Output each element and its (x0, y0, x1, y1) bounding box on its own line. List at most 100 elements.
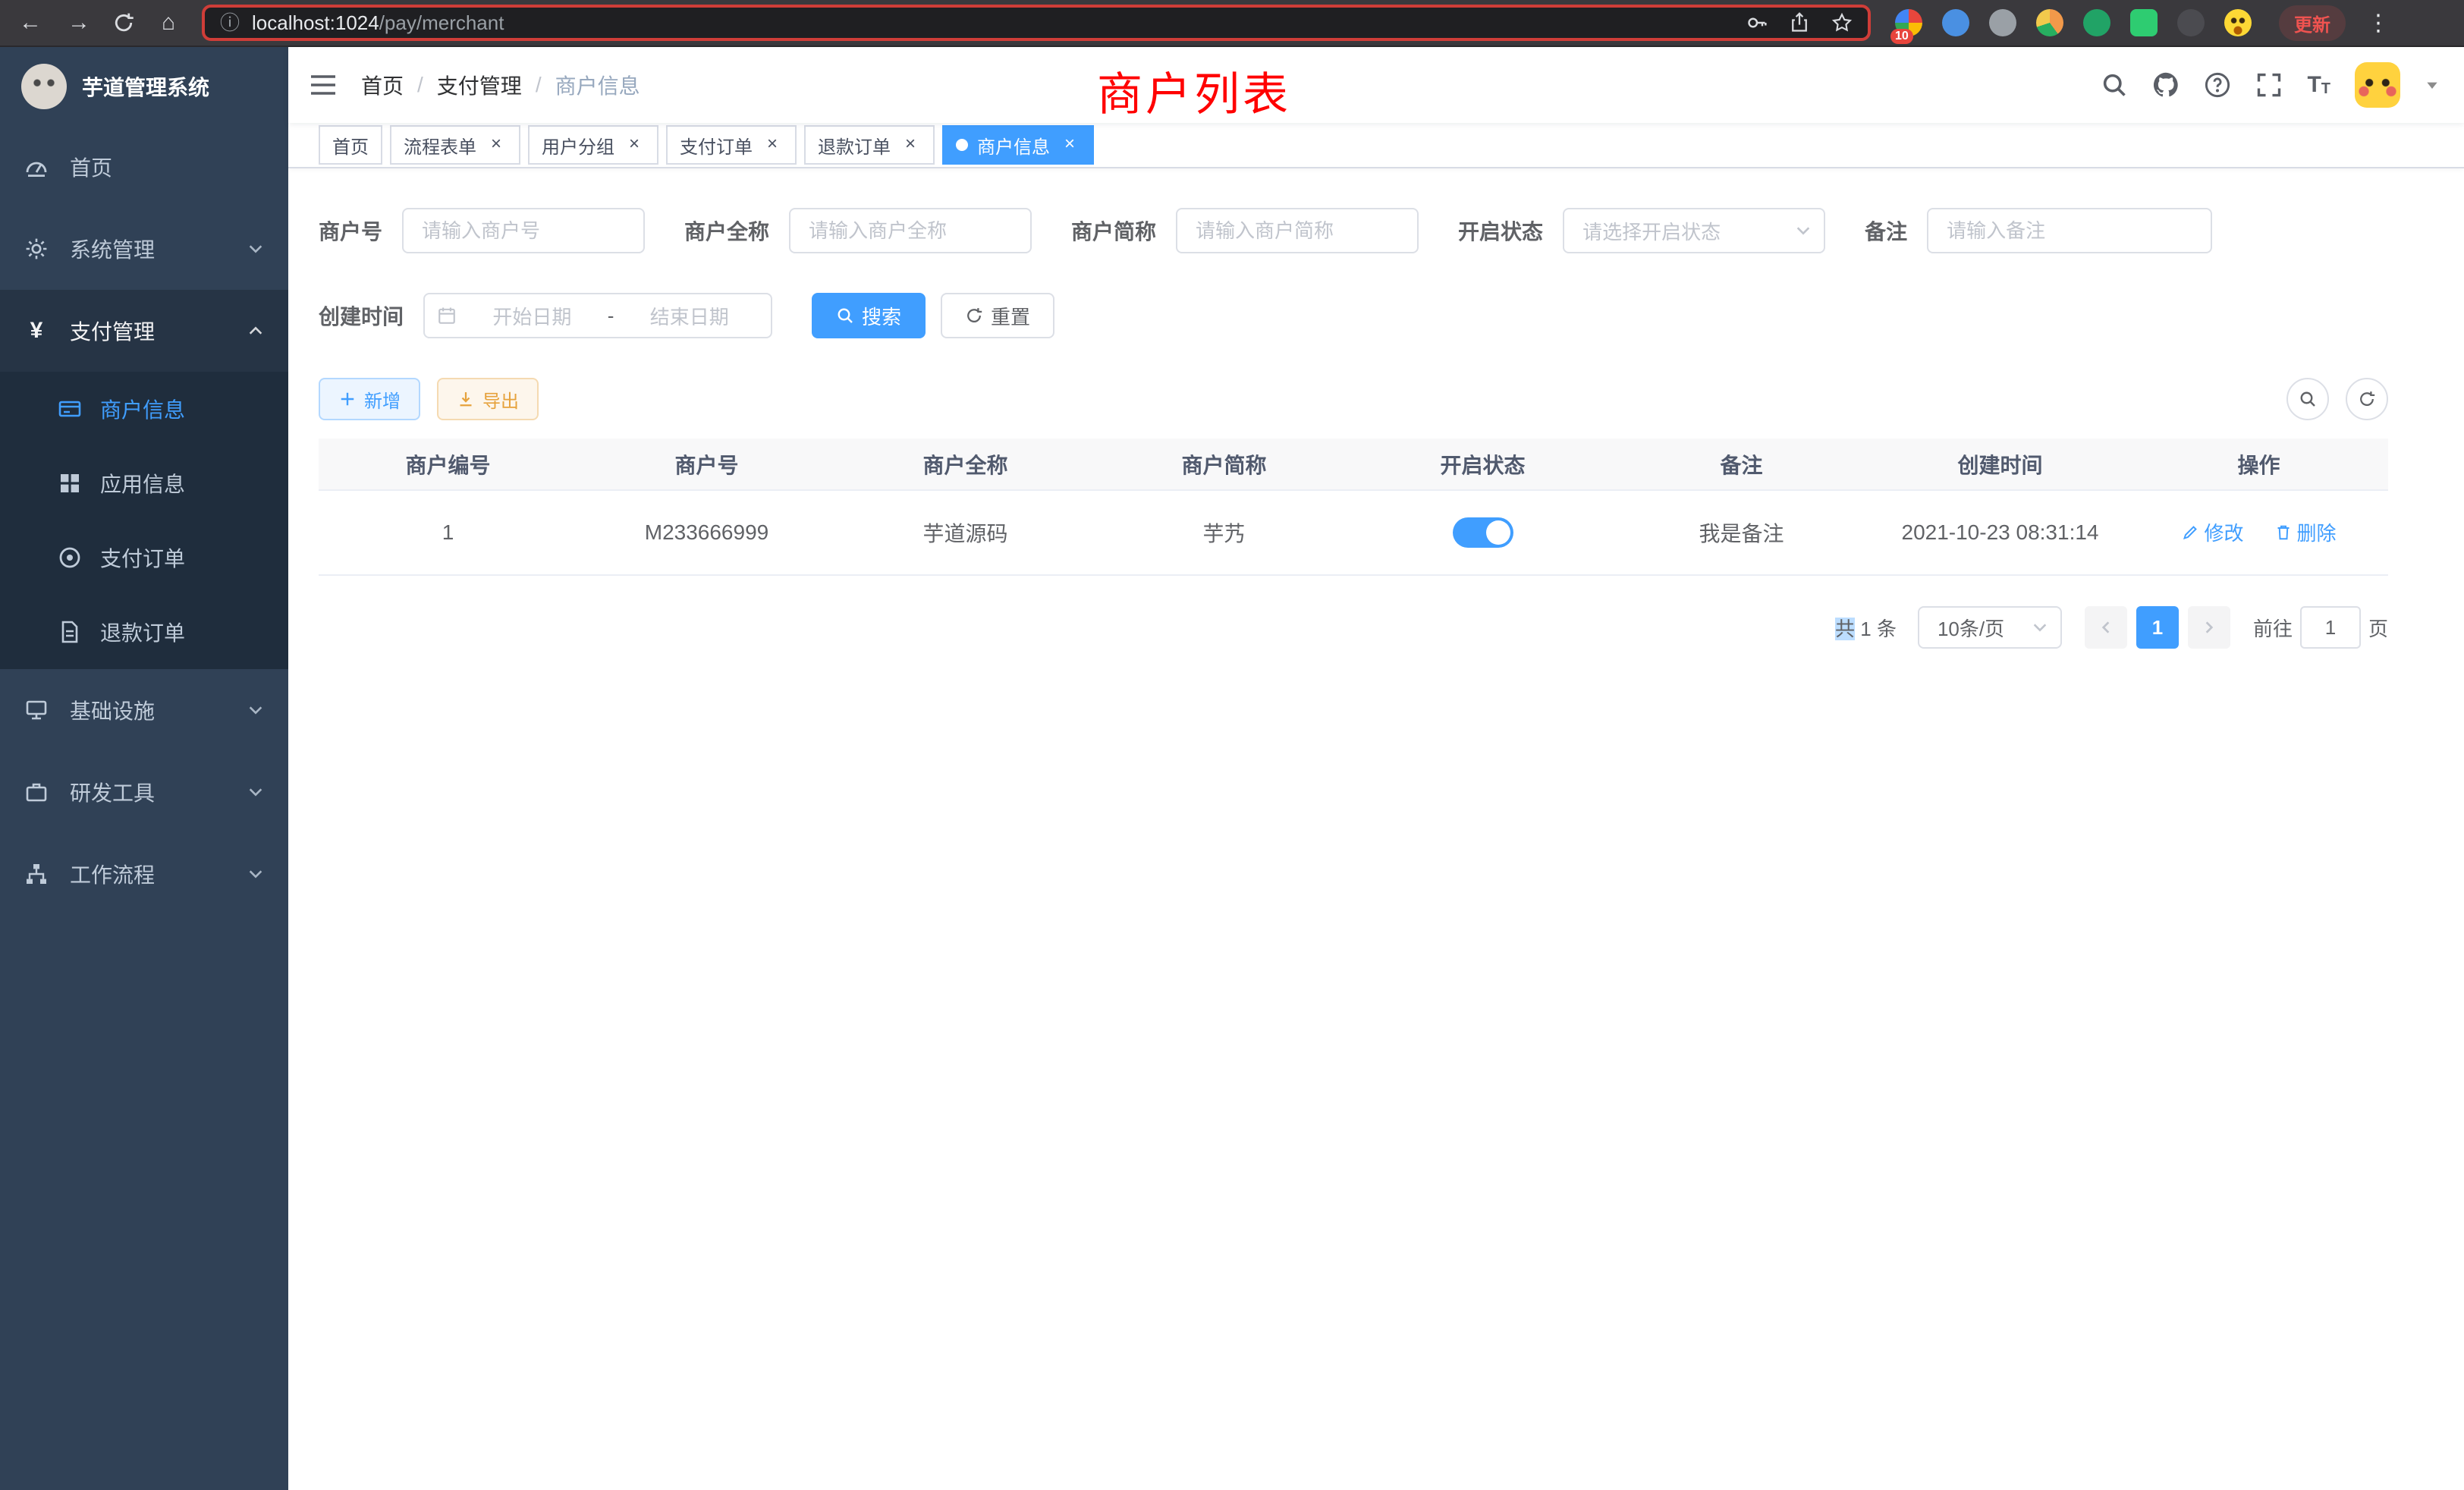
sidebar-item-pay-order[interactable]: 支付订单 (0, 520, 288, 595)
back-icon[interactable]: ← (15, 11, 46, 34)
merchant-no-input[interactable] (402, 208, 645, 253)
main-area: 首页 / 支付管理 / 商户信息 商户列表 TT 首 (288, 47, 2464, 1490)
extension-icon[interactable]: 10 (1895, 9, 1922, 36)
sidebar-item-payment[interactable]: ¥ 支付管理 (0, 290, 288, 372)
card-icon (58, 397, 82, 421)
caret-down-icon[interactable] (2425, 77, 2440, 93)
button-label: 重置 (991, 302, 1030, 330)
start-date-placeholder: 开始日期 (463, 302, 602, 330)
bookmark-star-icon[interactable] (1831, 12, 1853, 33)
sidebar-item-workflow[interactable]: 工作流程 (0, 833, 288, 915)
delete-button[interactable]: 删除 (2274, 518, 2337, 546)
sidebar-item-app-info[interactable]: 应用信息 (0, 446, 288, 520)
fullscreen-icon[interactable] (2255, 71, 2283, 99)
chevron-down-icon (2032, 619, 2048, 636)
reset-button[interactable]: 重置 (941, 293, 1054, 338)
edit-button[interactable]: 修改 (2181, 518, 2243, 546)
github-icon[interactable] (2152, 71, 2180, 99)
gear-icon (24, 237, 49, 261)
close-icon[interactable]: × (486, 134, 507, 156)
url-bar[interactable]: ⓘ localhost:1024/pay/merchant (202, 5, 1871, 41)
breadcrumb-payment[interactable]: 支付管理 (437, 70, 522, 100)
extension-icon[interactable] (1989, 9, 2016, 36)
browser-update-button[interactable]: 更新 (2279, 5, 2346, 41)
browser-menu-icon[interactable]: ⋮ (2367, 10, 2390, 36)
total-count: 共 1 条 (1835, 614, 1897, 642)
active-dot (956, 139, 968, 151)
tab-user-group[interactable]: 用户分组× (528, 125, 658, 165)
page-size-select[interactable]: 10条/页 (1918, 606, 2062, 649)
cell-merchant-no: M233666999 (577, 490, 836, 575)
extension-icon[interactable] (2083, 9, 2110, 36)
refresh-table-button[interactable] (2346, 378, 2388, 420)
goto-page-input[interactable] (2300, 606, 2361, 649)
sidebar-item-label: 应用信息 (100, 468, 185, 498)
full-name-input[interactable] (789, 208, 1032, 253)
breadcrumb: 首页 / 支付管理 / 商户信息 (361, 70, 640, 100)
sidebar-item-label: 首页 (70, 152, 112, 182)
search-button[interactable]: 搜索 (812, 293, 926, 338)
breadcrumb-home[interactable]: 首页 (361, 70, 404, 100)
hamburger-icon[interactable] (310, 73, 337, 97)
refresh-icon (2358, 390, 2376, 408)
url-text: localhost:1024/pay/merchant (252, 11, 504, 35)
status-select[interactable]: 请选择开启状态 (1563, 208, 1825, 253)
button-label: 删除 (2297, 518, 2337, 546)
export-button[interactable]: 导出 (437, 378, 539, 420)
sidebar-item-merchant-info[interactable]: 商户信息 (0, 372, 288, 446)
tab-label: 首页 (332, 132, 369, 159)
toggle-search-button[interactable] (2286, 378, 2329, 420)
short-name-input[interactable] (1176, 208, 1419, 253)
sidebar-item-refund-order[interactable]: 退款订单 (0, 595, 288, 669)
close-icon[interactable]: × (762, 134, 783, 156)
tab-pay-order[interactable]: 支付订单× (666, 125, 797, 165)
tab-home[interactable]: 首页 (319, 125, 382, 165)
help-icon[interactable] (2204, 71, 2231, 99)
sidebar-item-dev-tools[interactable]: 研发工具 (0, 751, 288, 833)
extension-icon[interactable] (2036, 9, 2063, 36)
site-info-icon[interactable]: ⓘ (220, 13, 240, 33)
cell-actions: 修改 删除 (2129, 490, 2388, 575)
share-icon[interactable] (1789, 12, 1810, 33)
field-label: 开启状态 (1458, 215, 1543, 246)
sidebar-item-system[interactable]: 系统管理 (0, 208, 288, 290)
next-page-button[interactable] (2188, 606, 2230, 649)
create-time-range-picker[interactable]: 开始日期 - 结束日期 (423, 293, 772, 338)
column-header: 商户全称 (836, 439, 1095, 490)
field-label: 备注 (1865, 215, 1907, 246)
sidebar-item-infra[interactable]: 基础设施 (0, 669, 288, 751)
tab-refund-order[interactable]: 退款订单× (804, 125, 935, 165)
close-icon[interactable]: × (1059, 134, 1080, 156)
app-logo[interactable]: 芋道管理系统 (0, 47, 288, 126)
field-label: 商户全称 (684, 215, 769, 246)
home-icon[interactable]: ⌂ (153, 11, 184, 34)
prev-page-button[interactable] (2085, 606, 2127, 649)
screen: ← → ⌂ ⓘ localhost:1024/pay/merchant 10 更… (0, 0, 2464, 1490)
password-key-icon[interactable] (1746, 12, 1768, 33)
tab-merchant-info[interactable]: 商户信息× (942, 125, 1094, 165)
pagination: 共 1 条 10条/页 1 前往 页 (319, 606, 2388, 649)
extension-icon[interactable] (2130, 9, 2158, 36)
extension-icon[interactable] (1942, 9, 1969, 36)
tab-process-form[interactable]: 流程表单× (390, 125, 520, 165)
sidebar-item-home[interactable]: 首页 (0, 126, 288, 208)
close-icon[interactable]: × (624, 134, 645, 156)
sidebar-item-label: 研发工具 (70, 777, 155, 807)
status-toggle[interactable] (1453, 517, 1513, 548)
close-icon[interactable]: × (900, 134, 921, 156)
sidebar-item-label: 商户信息 (100, 394, 185, 424)
reload-icon[interactable] (112, 11, 135, 34)
add-button[interactable]: 新增 (319, 378, 420, 420)
cell-short-name: 芋艿 (1095, 490, 1353, 575)
page-1-button[interactable]: 1 (2136, 606, 2179, 649)
extension-icon[interactable] (2177, 9, 2205, 36)
forward-icon[interactable]: → (64, 11, 94, 34)
grid-icon (58, 471, 82, 495)
flow-icon (24, 862, 49, 886)
logo-avatar (21, 64, 67, 109)
profile-avatar-icon[interactable] (2224, 9, 2252, 36)
user-avatar[interactable] (2355, 62, 2400, 108)
font-size-icon[interactable]: TT (2307, 74, 2330, 96)
remark-input[interactable] (1927, 208, 2212, 253)
search-icon[interactable] (2101, 71, 2128, 99)
